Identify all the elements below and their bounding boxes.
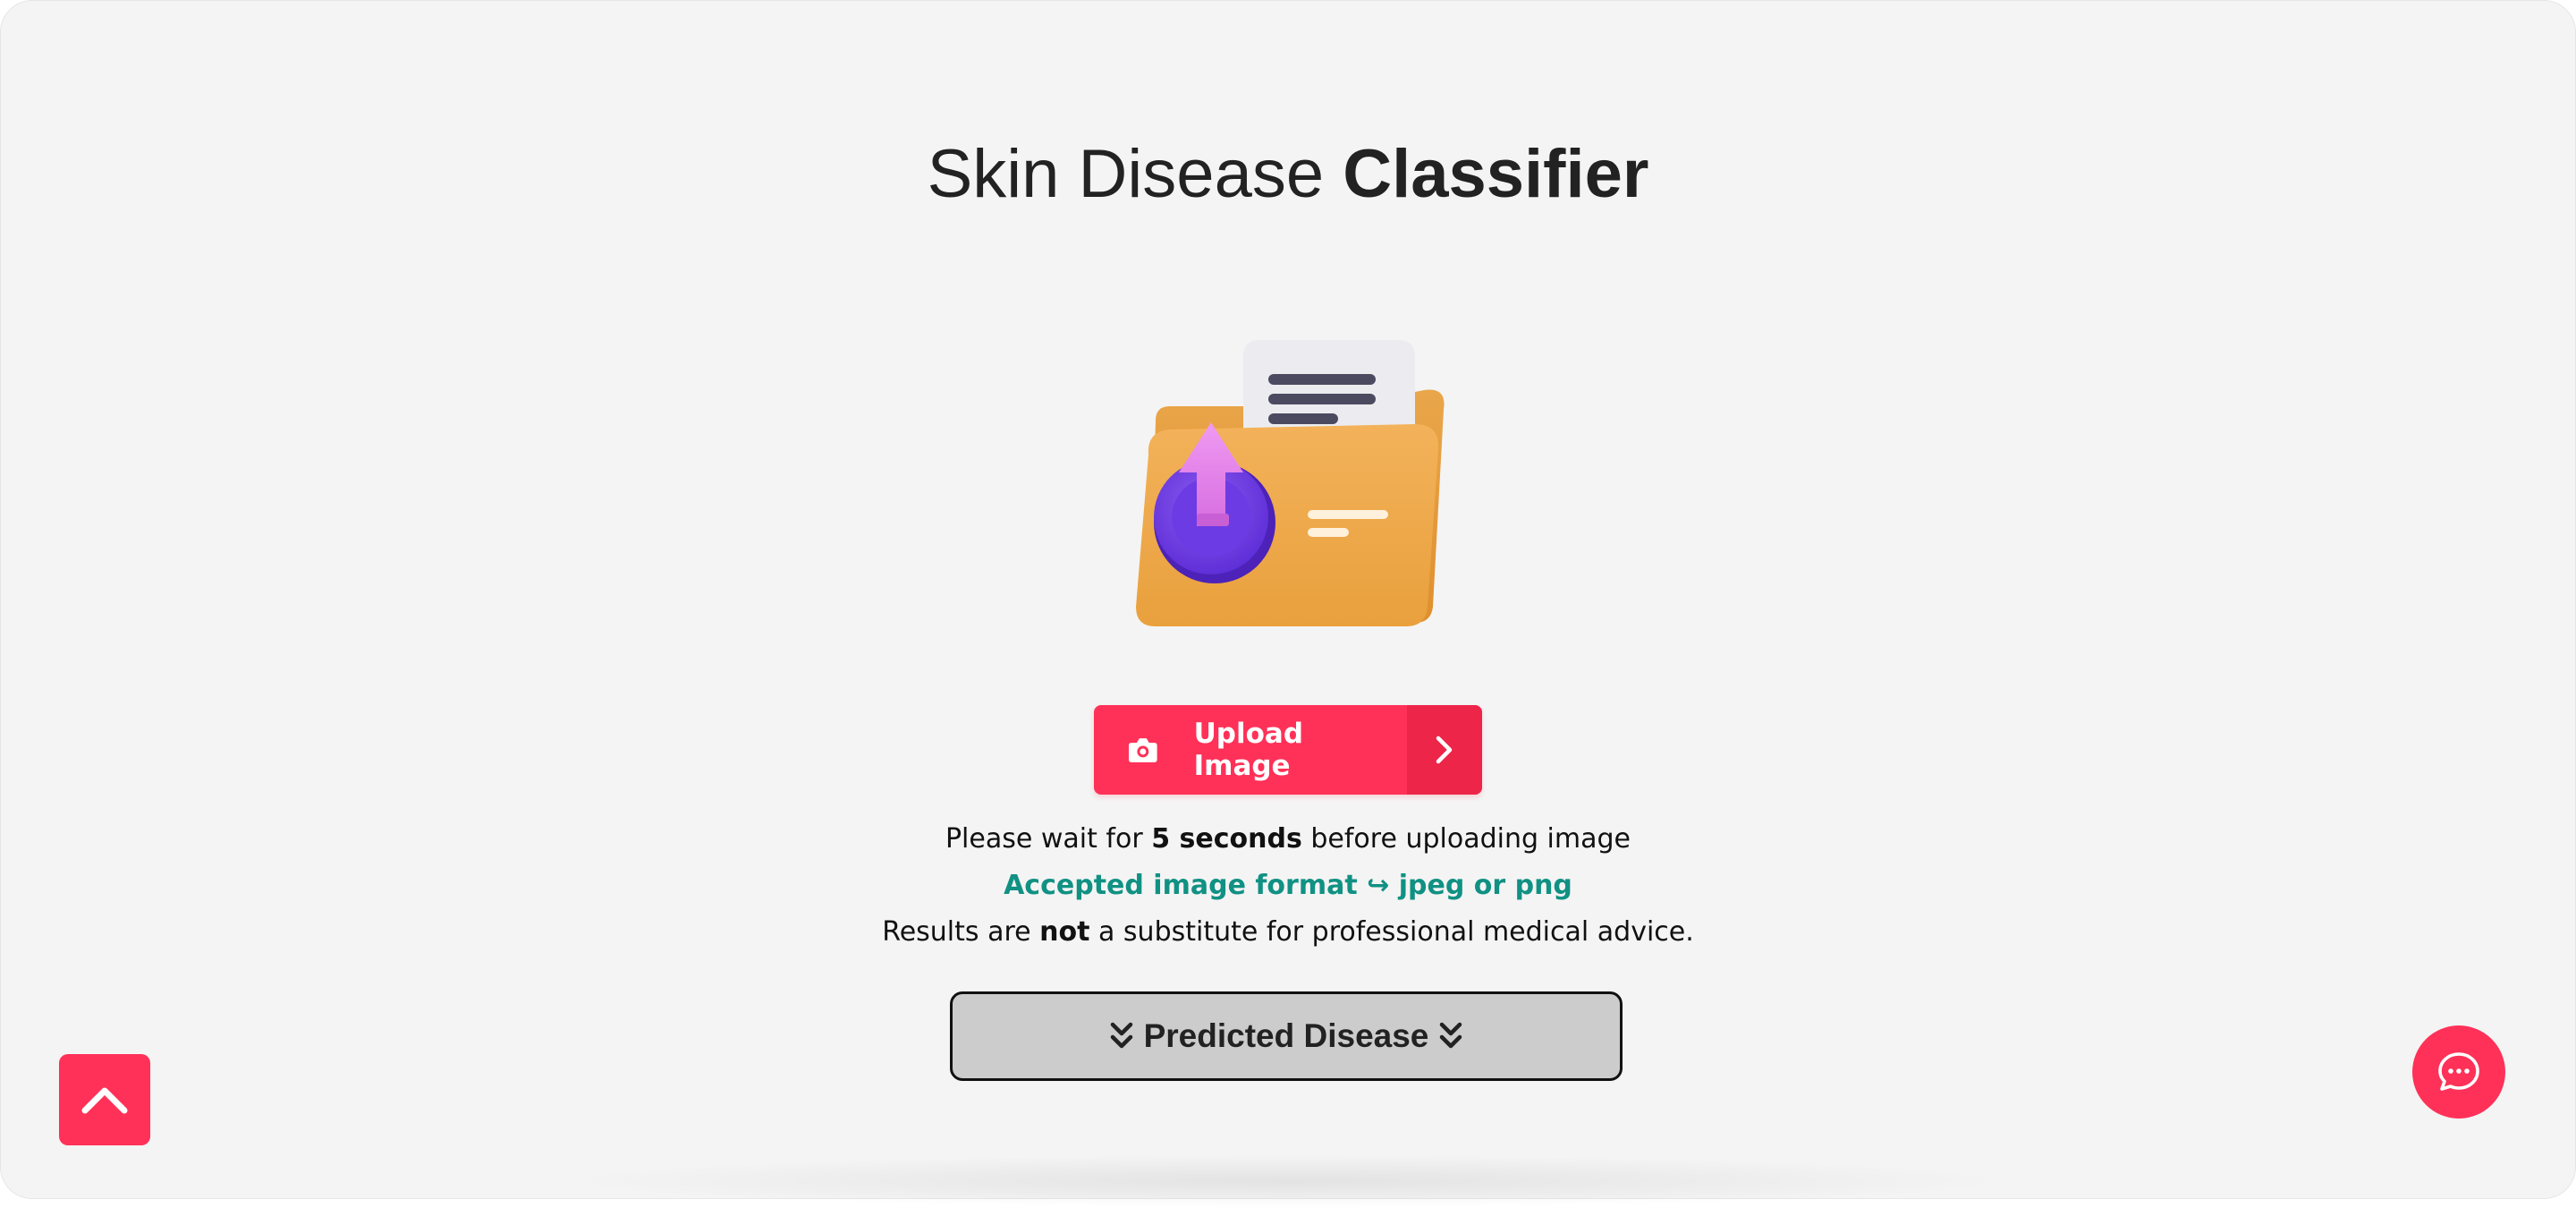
upload-button-main[interactable]: Upload Image	[1094, 705, 1407, 795]
wait-duration: 5 seconds	[1151, 823, 1302, 855]
wait-suffix: before uploading image	[1310, 823, 1631, 855]
chat-bubble-icon	[2438, 1052, 2479, 1091]
page-title: Skin Disease Classifier	[0, 134, 2576, 215]
medical-disclaimer: Results are not a substitute for profess…	[0, 915, 2576, 950]
double-chevron-down-icon	[1110, 1022, 1132, 1049]
title-regular: Skin Disease	[927, 136, 1325, 212]
camera-icon	[1128, 738, 1157, 762]
double-chevron-down-icon	[1440, 1022, 1462, 1049]
wait-notice: Please wait for 5 seconds before uploadi…	[0, 821, 2576, 857]
upload-image-button[interactable]: Upload Image	[1094, 705, 1482, 795]
chat-button[interactable]	[2412, 1025, 2505, 1119]
footer-shadow	[555, 1154, 2021, 1208]
format-prefix: Accepted image format	[1004, 870, 1358, 901]
chevron-right-icon[interactable]	[1407, 705, 1482, 795]
scroll-to-top-button[interactable]	[59, 1054, 150, 1145]
format-types: jpeg or png	[1398, 870, 1572, 901]
predicted-disease-label: Predicted Disease	[1143, 1017, 1429, 1054]
predicted-disease-button[interactable]: Predicted Disease	[950, 991, 1623, 1081]
accepted-format-notice: Accepted image format ↪ jpeg or png	[0, 868, 2576, 904]
return-arrow-icon: ↪	[1367, 870, 1390, 901]
folder-upload-illustration-icon	[1129, 338, 1451, 630]
title-bold: Classifier	[1343, 136, 1649, 212]
disclaimer-emphasis: not	[1039, 916, 1090, 948]
upload-button-label: Upload Image	[1193, 718, 1304, 782]
disclaimer-suffix: a substitute for professional medical ad…	[1098, 916, 1694, 948]
disclaimer-prefix: Results are	[882, 916, 1031, 948]
wait-prefix: Please wait for	[945, 823, 1143, 855]
chevron-up-icon	[81, 1087, 128, 1114]
